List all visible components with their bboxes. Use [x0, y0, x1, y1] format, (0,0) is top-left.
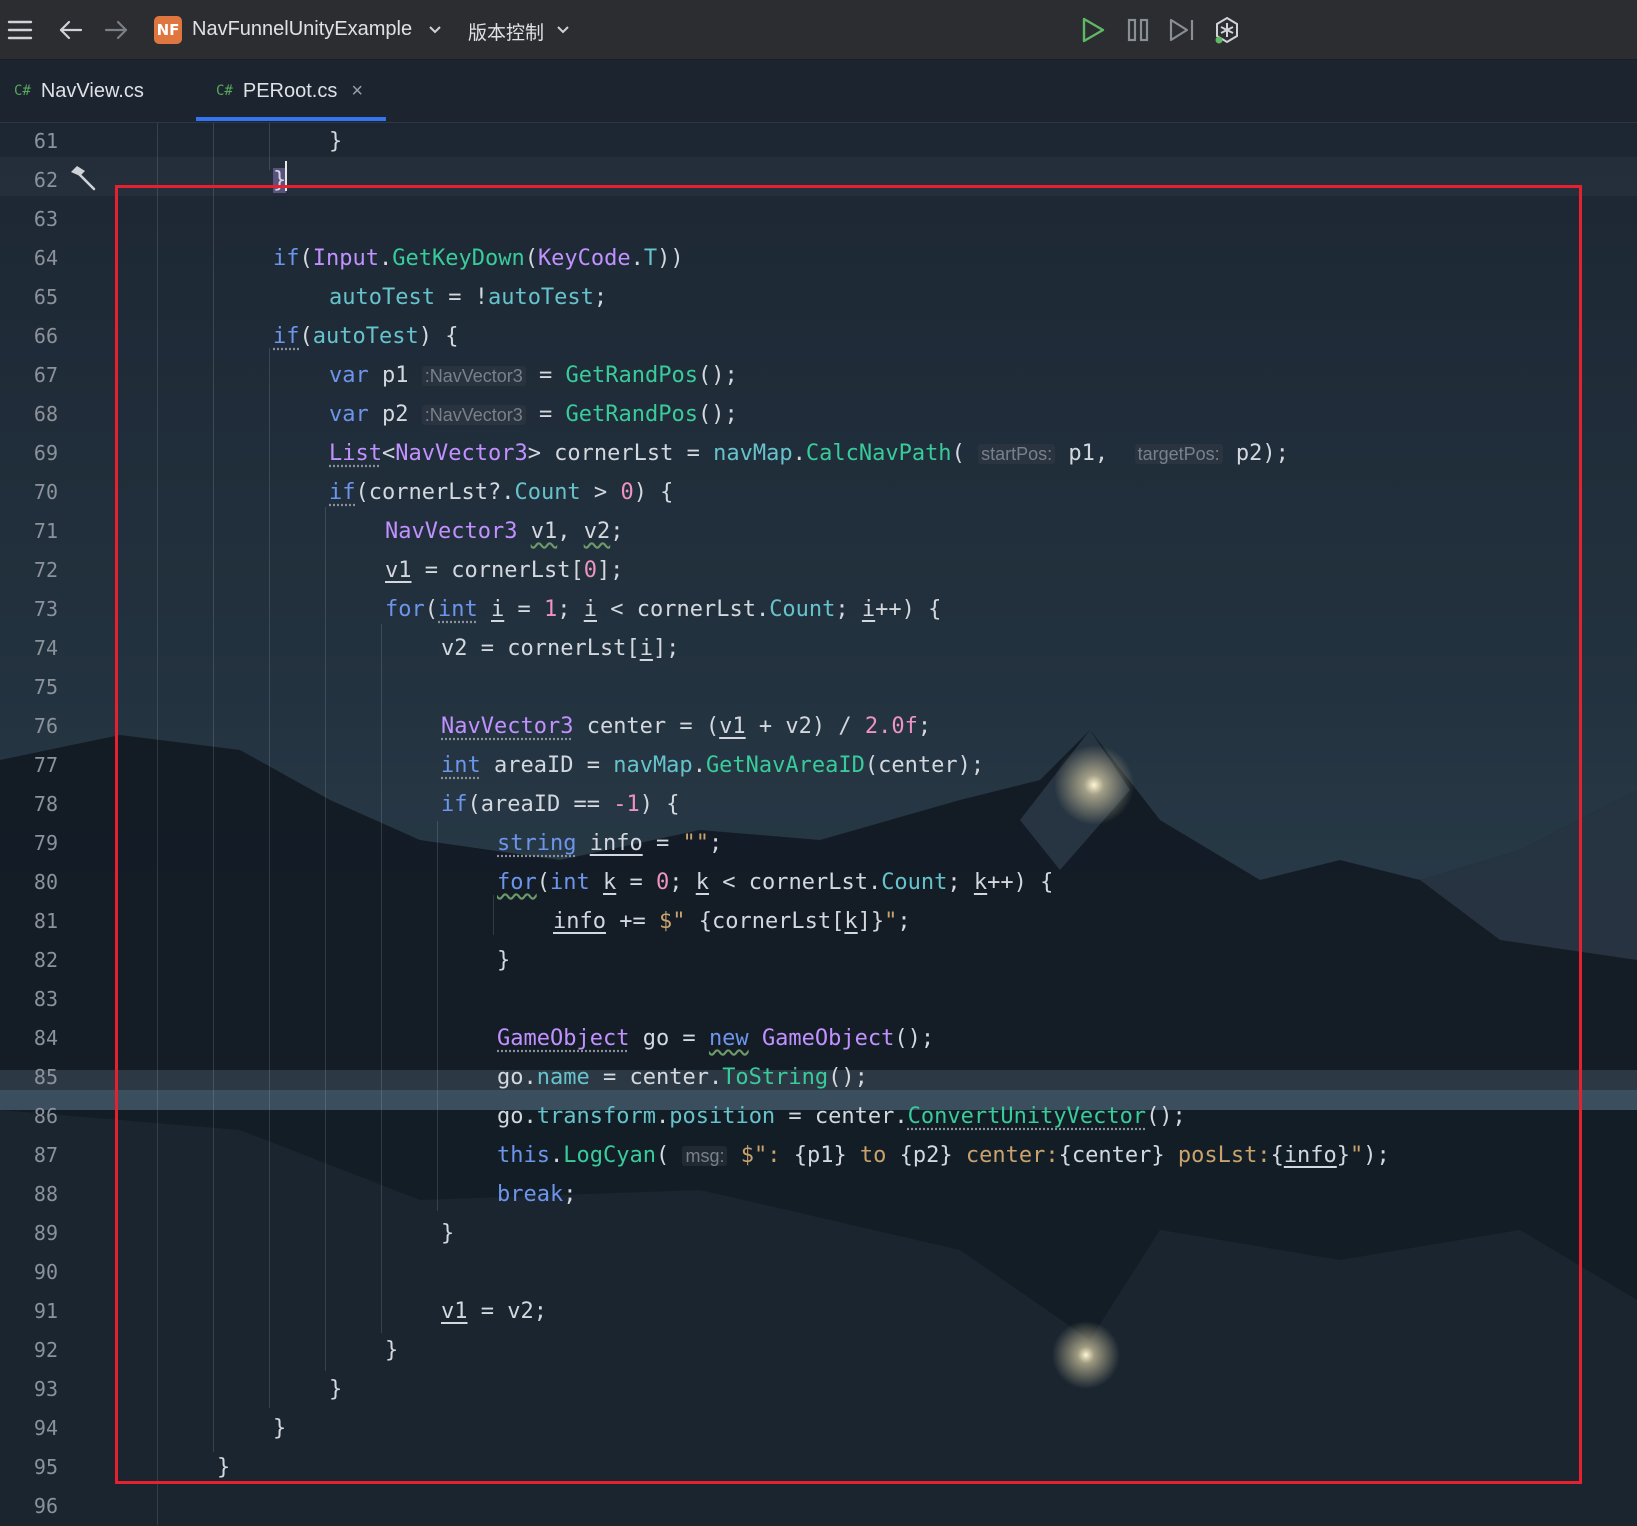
line-number: 72 [33, 558, 58, 582]
run-icon[interactable] [1078, 15, 1108, 45]
line-number: 76 [33, 714, 58, 738]
tab-peroot[interactable]: C# PERoot.cs × [216, 60, 363, 122]
line-number: 93 [33, 1377, 58, 1401]
tab-navview[interactable]: C# NavView.cs [14, 60, 144, 122]
forward-arrow-icon[interactable] [101, 15, 131, 45]
chevron-down-icon[interactable] [420, 15, 450, 45]
line-number: 69 [33, 441, 58, 465]
line-number: 83 [33, 987, 58, 1011]
line-number: 94 [33, 1416, 58, 1440]
csharp-file-icon: C# [14, 83, 31, 99]
line-number: 65 [33, 285, 58, 309]
line-number: 87 [33, 1143, 58, 1167]
line-number: 75 [33, 675, 58, 699]
line-number: 82 [33, 948, 58, 972]
line-number: 78 [33, 792, 58, 816]
line-number: 85 [33, 1065, 58, 1089]
line-number: 91 [33, 1299, 58, 1323]
tab-label: PERoot.cs [242, 79, 338, 102]
back-arrow-icon[interactable] [56, 15, 86, 45]
main-toolbar: NF NavFunnelUnityExample 版本控制 [0, 0, 1637, 60]
line-number: 88 [33, 1182, 58, 1206]
line-number: 95 [33, 1455, 58, 1479]
line-number: 92 [33, 1338, 58, 1362]
project-badge[interactable]: NF [154, 16, 182, 44]
line-number: 74 [33, 636, 58, 660]
line-number: 79 [33, 831, 58, 855]
tab-label: NavView.cs [40, 79, 144, 102]
csharp-file-icon: C# [216, 83, 233, 99]
selection-highlight-box [115, 185, 1582, 1484]
step-icon[interactable] [1167, 15, 1197, 45]
line-number: 63 [33, 207, 58, 231]
line-number: 80 [33, 870, 58, 894]
line-number: 96 [33, 1494, 58, 1518]
line-number: 62 [33, 168, 58, 192]
close-icon[interactable]: × [351, 80, 363, 103]
code-line: 96 [0, 1487, 1637, 1526]
line-number: 71 [33, 519, 58, 543]
line-number: 70 [33, 480, 58, 504]
code-line: 61 } [0, 122, 1637, 161]
chevron-down-icon[interactable] [548, 15, 578, 45]
line-number: 84 [33, 1026, 58, 1050]
line-number: 73 [33, 597, 58, 621]
editor-tab-bar: C# NavView.cs C# PERoot.cs × [0, 60, 1637, 123]
hammer-icon[interactable] [68, 163, 98, 193]
active-tab-indicator [196, 117, 386, 121]
project-name[interactable]: NavFunnelUnityExample [192, 18, 412, 41]
line-number: 67 [33, 363, 58, 387]
line-number: 61 [33, 129, 58, 153]
line-number: 66 [33, 324, 58, 348]
code-text: } [329, 129, 343, 154]
version-control-menu[interactable]: 版本控制 [468, 18, 544, 45]
hamburger-menu-icon[interactable] [5, 15, 35, 45]
line-number: 81 [33, 909, 58, 933]
pause-icon[interactable] [1123, 15, 1153, 45]
line-number: 90 [33, 1260, 58, 1284]
line-number: 68 [33, 402, 58, 426]
line-number: 86 [33, 1104, 58, 1128]
line-number: 89 [33, 1221, 58, 1245]
line-number: 77 [33, 753, 58, 777]
line-number: 64 [33, 246, 58, 270]
debug-icon[interactable] [1212, 15, 1242, 45]
